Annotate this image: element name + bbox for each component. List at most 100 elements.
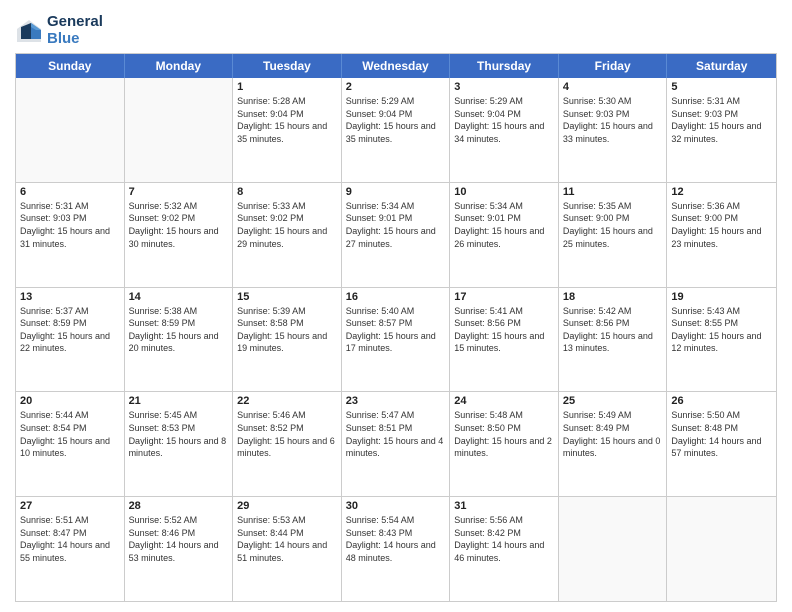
day-cell: 8 Sunrise: 5:33 AM Sunset: 9:02 PM Daylig…: [233, 183, 342, 287]
day-cell: 31Sunrise: 5:56 AM Sunset: 8:42 PM Dayli…: [450, 497, 559, 601]
day-number: 9: [346, 186, 446, 198]
day-info: Sunrise: 5:51 AM Sunset: 8:47 PM Dayligh…: [20, 514, 120, 564]
day-cell: 21 Sunrise: 5:45 AM Sunset: 8:53 PM Dayli…: [125, 392, 234, 496]
day-number: 30: [346, 500, 446, 512]
day-number: 29: [237, 500, 337, 512]
day-number: 18: [563, 291, 663, 303]
day-info: Sunrise: 5:44 AM Sunset: 8:54 PM Dayligh…: [20, 409, 120, 459]
day-number: 17: [454, 291, 554, 303]
day-info: Sunrise: 5:31 AM Sunset: 9:03 PM Dayligh…: [671, 95, 772, 145]
page: General Blue SundayMondayTuesdayWednesda…: [0, 0, 792, 612]
day-cell: 15Sunrise: 5:39 AM Sunset: 8:58 PM Dayli…: [233, 288, 342, 392]
day-cell: 13Sunrise: 5:37 AM Sunset: 8:59 PM Dayli…: [16, 288, 125, 392]
day-header: Sunday: [16, 54, 125, 78]
day-cell: 6 Sunrise: 5:31 AM Sunset: 9:03 PM Daylig…: [16, 183, 125, 287]
logo-text: General Blue: [47, 14, 103, 47]
day-info: Sunrise: 5:46 AM Sunset: 8:52 PM Dayligh…: [237, 409, 337, 459]
day-info: Sunrise: 5:52 AM Sunset: 8:46 PM Dayligh…: [129, 514, 229, 564]
day-info: Sunrise: 5:35 AM Sunset: 9:00 PM Dayligh…: [563, 200, 663, 250]
day-cell: 19 Sunrise: 5:43 AM Sunset: 8:55 PM Dayli…: [667, 288, 776, 392]
day-number: 12: [671, 186, 772, 198]
day-number: 20: [20, 395, 120, 407]
day-number: 7: [129, 186, 229, 198]
week-row: 1Sunrise: 5:28 AM Sunset: 9:04 PM Daylig…: [16, 78, 776, 183]
day-info: Sunrise: 5:48 AM Sunset: 8:50 PM Dayligh…: [454, 409, 554, 459]
day-cell: 24 Sunrise: 5:48 AM Sunset: 8:50 PM Dayli…: [450, 392, 559, 496]
day-number: 22: [237, 395, 337, 407]
day-cell: 9 Sunrise: 5:34 AM Sunset: 9:01 PM Daylig…: [342, 183, 451, 287]
day-cell: 12 Sunrise: 5:36 AM Sunset: 9:00 PM Dayli…: [667, 183, 776, 287]
day-number: 19: [671, 291, 772, 303]
day-info: Sunrise: 5:29 AM Sunset: 9:04 PM Dayligh…: [346, 95, 446, 145]
day-number: 26: [671, 395, 772, 407]
logo: General Blue: [15, 14, 103, 47]
day-number: 5: [671, 81, 772, 93]
day-info: Sunrise: 5:36 AM Sunset: 9:00 PM Dayligh…: [671, 200, 772, 250]
day-number: 23: [346, 395, 446, 407]
day-cell: 18 Sunrise: 5:42 AM Sunset: 8:56 PM Dayli…: [559, 288, 668, 392]
day-info: Sunrise: 5:39 AM Sunset: 8:58 PM Dayligh…: [237, 305, 337, 355]
day-cell: [559, 497, 668, 601]
day-number: 25: [563, 395, 663, 407]
day-info: Sunrise: 5:43 AM Sunset: 8:55 PM Dayligh…: [671, 305, 772, 355]
day-cell: 22 Sunrise: 5:46 AM Sunset: 8:52 PM Dayli…: [233, 392, 342, 496]
day-header: Saturday: [667, 54, 776, 78]
day-cell: 4 Sunrise: 5:30 AM Sunset: 9:03 PM Daylig…: [559, 78, 668, 182]
day-header: Friday: [559, 54, 668, 78]
day-number: 21: [129, 395, 229, 407]
day-info: Sunrise: 5:34 AM Sunset: 9:01 PM Dayligh…: [346, 200, 446, 250]
day-number: 31: [454, 500, 554, 512]
day-info: Sunrise: 5:33 AM Sunset: 9:02 PM Dayligh…: [237, 200, 337, 250]
day-header: Tuesday: [233, 54, 342, 78]
day-header: Thursday: [450, 54, 559, 78]
day-cell: 5 Sunrise: 5:31 AM Sunset: 9:03 PM Daylig…: [667, 78, 776, 182]
day-cell: [125, 78, 234, 182]
day-info: Sunrise: 5:53 AM Sunset: 8:44 PM Dayligh…: [237, 514, 337, 564]
day-cell: 11 Sunrise: 5:35 AM Sunset: 9:00 PM Dayli…: [559, 183, 668, 287]
day-cell: [16, 78, 125, 182]
day-number: 8: [237, 186, 337, 198]
day-number: 24: [454, 395, 554, 407]
week-row: 20 Sunrise: 5:44 AM Sunset: 8:54 PM Dayli…: [16, 392, 776, 497]
day-number: 2: [346, 81, 446, 93]
header: General Blue: [15, 10, 777, 47]
day-cell: 20 Sunrise: 5:44 AM Sunset: 8:54 PM Dayli…: [16, 392, 125, 496]
day-info: Sunrise: 5:29 AM Sunset: 9:04 PM Dayligh…: [454, 95, 554, 145]
day-header: Monday: [125, 54, 234, 78]
calendar: SundayMondayTuesdayWednesdayThursdayFrid…: [15, 53, 777, 602]
day-number: 28: [129, 500, 229, 512]
day-info: Sunrise: 5:31 AM Sunset: 9:03 PM Dayligh…: [20, 200, 120, 250]
day-headers: SundayMondayTuesdayWednesdayThursdayFrid…: [16, 54, 776, 78]
day-info: Sunrise: 5:49 AM Sunset: 8:49 PM Dayligh…: [563, 409, 663, 459]
day-info: Sunrise: 5:32 AM Sunset: 9:02 PM Dayligh…: [129, 200, 229, 250]
day-number: 10: [454, 186, 554, 198]
day-cell: 17 Sunrise: 5:41 AM Sunset: 8:56 PM Dayli…: [450, 288, 559, 392]
day-info: Sunrise: 5:42 AM Sunset: 8:56 PM Dayligh…: [563, 305, 663, 355]
day-number: 6: [20, 186, 120, 198]
day-cell: 1Sunrise: 5:28 AM Sunset: 9:04 PM Daylig…: [233, 78, 342, 182]
day-cell: 14Sunrise: 5:38 AM Sunset: 8:59 PM Dayli…: [125, 288, 234, 392]
day-cell: 26Sunrise: 5:50 AM Sunset: 8:48 PM Dayli…: [667, 392, 776, 496]
day-info: Sunrise: 5:45 AM Sunset: 8:53 PM Dayligh…: [129, 409, 229, 459]
day-cell: 29 Sunrise: 5:53 AM Sunset: 8:44 PM Dayli…: [233, 497, 342, 601]
day-info: Sunrise: 5:41 AM Sunset: 8:56 PM Dayligh…: [454, 305, 554, 355]
day-info: Sunrise: 5:47 AM Sunset: 8:51 PM Dayligh…: [346, 409, 446, 459]
day-number: 16: [346, 291, 446, 303]
week-row: 6 Sunrise: 5:31 AM Sunset: 9:03 PM Daylig…: [16, 183, 776, 288]
day-cell: 30Sunrise: 5:54 AM Sunset: 8:43 PM Dayli…: [342, 497, 451, 601]
day-info: Sunrise: 5:34 AM Sunset: 9:01 PM Dayligh…: [454, 200, 554, 250]
day-cell: 23 Sunrise: 5:47 AM Sunset: 8:51 PM Dayli…: [342, 392, 451, 496]
day-cell: 2 Sunrise: 5:29 AM Sunset: 9:04 PM Daylig…: [342, 78, 451, 182]
day-number: 4: [563, 81, 663, 93]
day-cell: 25 Sunrise: 5:49 AM Sunset: 8:49 PM Dayli…: [559, 392, 668, 496]
day-info: Sunrise: 5:40 AM Sunset: 8:57 PM Dayligh…: [346, 305, 446, 355]
day-number: 3: [454, 81, 554, 93]
day-number: 27: [20, 500, 120, 512]
day-cell: 27 Sunrise: 5:51 AM Sunset: 8:47 PM Dayli…: [16, 497, 125, 601]
day-info: Sunrise: 5:37 AM Sunset: 8:59 PM Dayligh…: [20, 305, 120, 355]
day-cell: 10 Sunrise: 5:34 AM Sunset: 9:01 PM Dayli…: [450, 183, 559, 287]
day-cell: 7 Sunrise: 5:32 AM Sunset: 9:02 PM Daylig…: [125, 183, 234, 287]
day-info: Sunrise: 5:30 AM Sunset: 9:03 PM Dayligh…: [563, 95, 663, 145]
day-number: 11: [563, 186, 663, 198]
day-header: Wednesday: [342, 54, 451, 78]
